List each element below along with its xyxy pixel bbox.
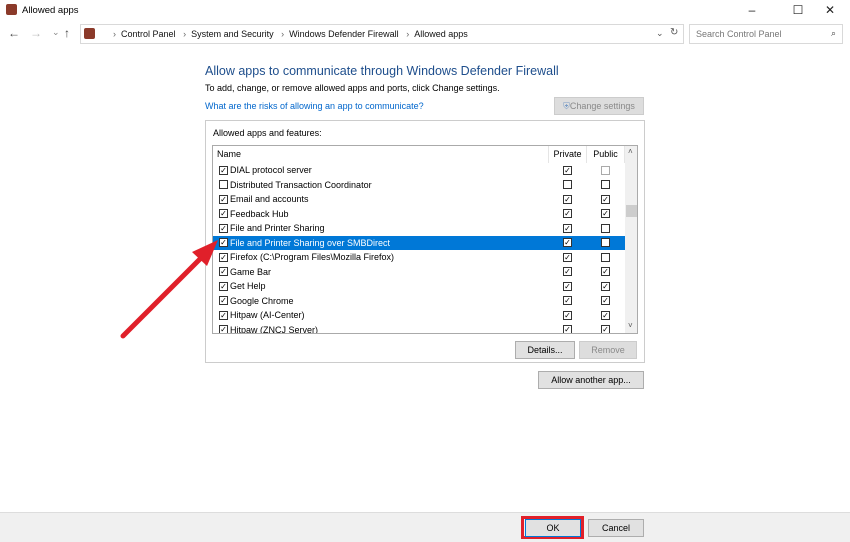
ok-button[interactable]: OK [525, 519, 581, 537]
cancel-button[interactable]: Cancel [588, 519, 644, 537]
footer-bar [0, 512, 850, 542]
annotation-arrow [120, 240, 218, 339]
